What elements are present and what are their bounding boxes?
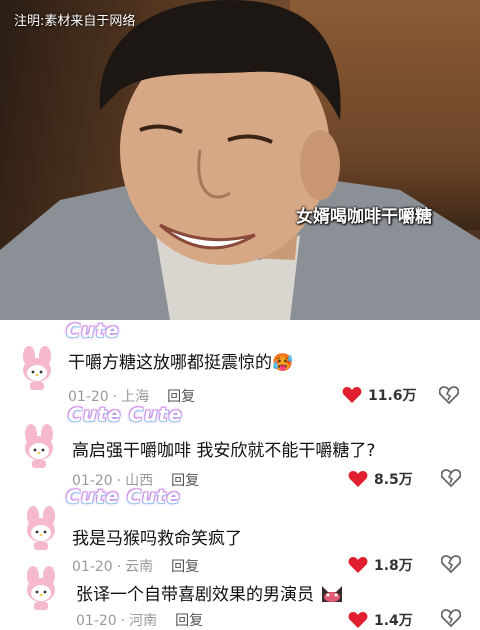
comment-meta: 01-20 · 河南 回复 [76,613,204,629]
like-count: 1.4万 [374,613,413,629]
actor-image [0,0,480,320]
video-caption: 女婿喝咖啡干嚼糖 [296,207,432,227]
comment-location: 河南 [129,613,158,629]
broken-heart-icon[interactable] [441,468,461,488]
reply-button[interactable]: 回复 [171,559,199,575]
my-melody-avatar-icon[interactable] [22,424,56,468]
reply-button[interactable]: 回复 [167,389,195,405]
my-melody-avatar-icon[interactable] [24,506,58,550]
my-melody-avatar-icon[interactable] [20,346,54,390]
comment-text: 高启强干嚼咖啡 我安欣就不能干嚼糖了? [72,441,376,461]
like-button[interactable]: 1.4万 [348,610,413,630]
heart-icon [348,471,368,487]
broken-heart-icon[interactable] [441,554,461,574]
comment-location: 上海 [121,389,150,405]
comment-text: 我是马猴吗救命笑疯了 [72,529,242,549]
comment-meta: 01-20 · 云南 回复 [72,559,200,575]
comment-text-content: 干嚼方糖这放哪都挺震惊的 [68,353,272,373]
cute-sticker: Cute Cute [66,486,181,508]
like-count: 1.8万 [374,558,413,574]
comment-text: 张译一个自带喜剧效果的男演员 [76,580,345,605]
cat-emoji-icon [322,586,343,602]
video-frame[interactable]: 注明:素材来自于网络 女婿喝咖啡干嚼糖 [0,0,480,320]
broken-heart-icon[interactable] [439,385,459,405]
cute-sticker: Cute [66,320,120,342]
heart-icon [348,557,368,573]
comment-date: 01-20 [76,613,117,629]
comment-date: 01-20 [72,559,113,575]
broken-heart-icon[interactable] [441,608,461,628]
comment-location: 云南 [125,559,154,575]
comment-list: Cute 干嚼方糖这放哪都挺震惊的🥵 01-20 · 上海 回复 11.6万 Cute… [0,320,480,629]
hot-face-emoji-icon: 🥵 [272,353,294,373]
source-notice: 注明:素材来自于网络 [14,14,136,29]
like-button[interactable]: 8.5万 [348,469,413,489]
heart-icon [348,612,368,628]
comment-date: 01-20 [68,389,109,405]
like-count: 8.5万 [374,472,413,488]
like-button[interactable]: 1.8万 [348,555,413,575]
heart-icon [342,387,362,403]
comment-text-content: 张译一个自带喜剧效果的男演员 [76,585,314,605]
my-melody-avatar-icon[interactable] [24,566,58,610]
like-button[interactable]: 11.6万 [342,385,417,405]
reply-button[interactable]: 回复 [175,613,203,629]
comment-text: 干嚼方糖这放哪都挺震惊的🥵 [68,348,293,373]
cute-sticker: Cute Cute [68,404,183,426]
like-count: 11.6万 [368,388,417,404]
comment-meta: 01-20 · 上海 回复 [68,389,196,405]
